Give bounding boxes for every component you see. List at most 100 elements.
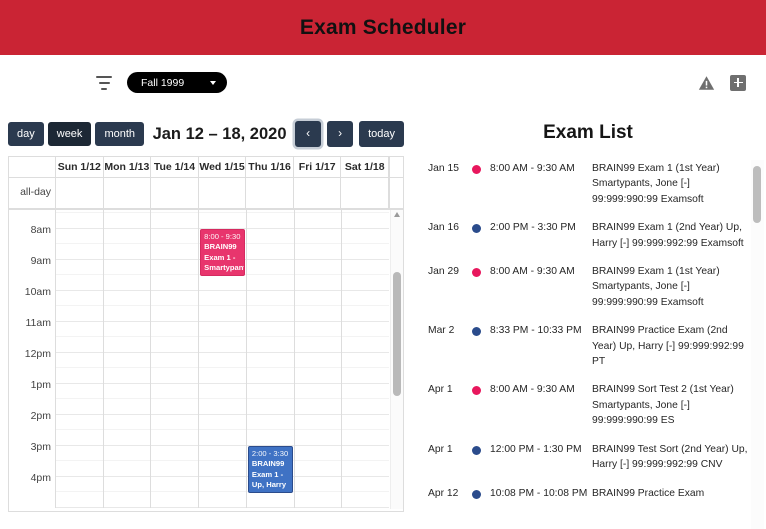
time-cell-half[interactable] [151, 291, 199, 306]
time-cell-half[interactable] [199, 322, 246, 337]
all-day-cell-sat[interactable] [341, 178, 390, 208]
time-cell[interactable] [342, 322, 390, 353]
time-cell-half[interactable] [56, 291, 103, 306]
time-cell-half[interactable] [342, 260, 390, 275]
time-cell[interactable] [151, 322, 199, 353]
exam-list-scrollbar-thumb[interactable] [753, 166, 761, 223]
warning-triangle-icon[interactable] [698, 75, 715, 91]
time-cell-half[interactable] [56, 353, 103, 368]
time-cell[interactable] [199, 446, 246, 477]
time-cell[interactable] [103, 291, 151, 322]
time-cell-half[interactable] [294, 291, 342, 306]
time-cell-half[interactable] [199, 353, 246, 368]
calendar-event[interactable]: 2:00 - 3:30 BRAIN99 Exam 1 - Up, Harry [247, 446, 293, 493]
time-cell[interactable] [294, 353, 342, 384]
time-cell-half[interactable] [294, 322, 342, 337]
time-cell[interactable] [246, 291, 294, 322]
time-cell-half[interactable] [151, 260, 199, 275]
exam-list-item[interactable]: Jan 16 2:00 PM - 3:30 PM BRAIN99 Exam 1 (2… [410, 219, 750, 263]
time-cell[interactable] [246, 415, 294, 446]
time-cell-half[interactable] [199, 446, 246, 461]
time-cell[interactable] [294, 322, 342, 353]
time-cell[interactable] [103, 446, 151, 477]
time-cell-half[interactable] [199, 291, 246, 306]
time-cell[interactable] [56, 446, 103, 477]
time-cell-half[interactable] [103, 477, 151, 492]
time-cell-half[interactable] [103, 415, 151, 430]
time-cell-half[interactable] [151, 384, 199, 399]
time-cell[interactable] [103, 229, 151, 260]
filter-icon[interactable] [95, 75, 113, 90]
time-cell[interactable] [342, 210, 390, 229]
time-cell-half[interactable] [103, 353, 151, 368]
time-cell-half[interactable] [103, 210, 151, 213]
exam-list-item[interactable]: Apr 12 10:08 PM - 10:08 PM BRAIN99 Practic… [410, 485, 750, 513]
time-cell-half[interactable] [294, 415, 342, 430]
time-cell[interactable] [294, 260, 342, 291]
time-cell-half[interactable] [342, 229, 390, 244]
time-cell[interactable] [294, 291, 342, 322]
time-cell[interactable] [151, 229, 199, 260]
time-cell[interactable] [294, 477, 342, 508]
view-button-day[interactable]: day [8, 121, 44, 147]
day-column-2[interactable] [151, 210, 200, 508]
time-cell-half[interactable] [103, 291, 151, 306]
time-cell[interactable] [246, 260, 294, 291]
time-cell-half[interactable] [199, 477, 246, 492]
day-column-4[interactable]: 2:00 - 3:30 BRAIN99 Exam 1 - Up, Harry [246, 210, 295, 508]
time-cell-half[interactable] [342, 477, 390, 492]
time-cell[interactable] [294, 446, 342, 477]
day-column-6[interactable] [342, 210, 390, 508]
time-cell[interactable] [56, 322, 103, 353]
time-cell[interactable] [246, 229, 294, 260]
calendar-event[interactable]: 8:00 - 9:30BRAIN99 Exam 1 -Smartypants [200, 229, 245, 276]
time-cell[interactable] [56, 384, 103, 415]
time-cell-half[interactable] [294, 477, 342, 492]
calendar-scrollbar-thumb[interactable] [393, 272, 401, 396]
time-cell[interactable] [246, 353, 294, 384]
time-cell-half[interactable] [294, 353, 342, 368]
time-cell[interactable] [103, 415, 151, 446]
time-cell[interactable] [342, 353, 390, 384]
time-cell[interactable] [56, 229, 103, 260]
time-cell-half[interactable] [199, 384, 246, 399]
time-cell-half[interactable] [103, 229, 151, 244]
time-cell[interactable] [151, 477, 199, 508]
time-cell[interactable] [342, 291, 390, 322]
time-cell[interactable] [151, 353, 199, 384]
time-cell[interactable] [342, 446, 390, 477]
all-day-cell-wed[interactable] [199, 178, 247, 208]
calendar-scrollbar[interactable] [390, 210, 403, 509]
day-header-mon[interactable]: Mon 1/13 [104, 157, 152, 177]
time-cell[interactable] [294, 229, 342, 260]
time-cell-half[interactable] [56, 229, 103, 244]
day-header-tue[interactable]: Tue 1/14 [151, 157, 199, 177]
time-cell[interactable] [342, 260, 390, 291]
day-column-1[interactable] [103, 210, 152, 508]
time-cell-half[interactable] [56, 477, 103, 492]
time-cell-half[interactable] [246, 415, 294, 430]
time-cell-half[interactable] [56, 322, 103, 337]
time-cell[interactable] [199, 477, 246, 508]
day-header-thu[interactable]: Thu 1/16 [246, 157, 294, 177]
time-cell[interactable] [151, 415, 199, 446]
time-cell-half[interactable] [199, 415, 246, 430]
time-cell-half[interactable] [342, 291, 390, 306]
time-cell[interactable] [103, 353, 151, 384]
time-cell[interactable] [151, 384, 199, 415]
time-cell-half[interactable] [246, 322, 294, 337]
time-cell-half[interactable] [151, 446, 199, 461]
add-plus-icon[interactable] [730, 74, 746, 91]
time-cell-half[interactable] [294, 229, 342, 244]
time-cell-half[interactable] [246, 291, 294, 306]
scroll-up-arrow-icon[interactable] [394, 212, 400, 217]
time-cell-half[interactable] [246, 229, 294, 244]
time-cell[interactable] [151, 291, 199, 322]
time-cell-half[interactable] [342, 415, 390, 430]
time-cell-half[interactable] [246, 384, 294, 399]
time-cell[interactable] [199, 415, 246, 446]
all-day-cell-sun[interactable] [56, 178, 104, 208]
prev-period-button[interactable]: ‹ [295, 121, 322, 147]
time-cell-half[interactable] [199, 210, 246, 213]
day-header-fri[interactable]: Fri 1/17 [294, 157, 342, 177]
